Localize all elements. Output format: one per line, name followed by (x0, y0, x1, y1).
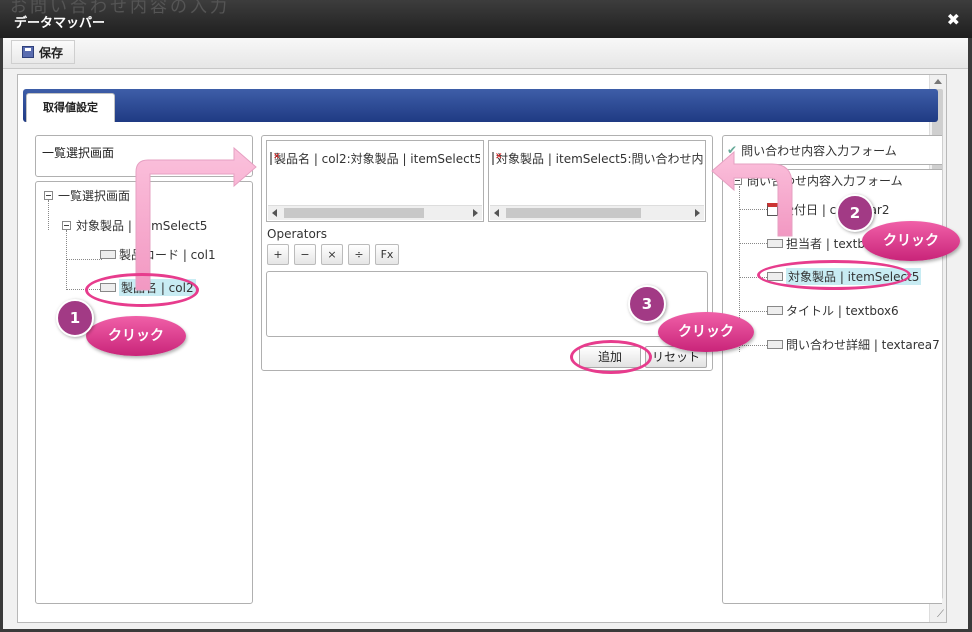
broken-image-icon (492, 152, 503, 165)
field-icon (767, 305, 783, 315)
collapse-icon[interactable] (733, 175, 742, 185)
badge-step3: 3 (628, 285, 666, 323)
target-mapping-text: 対象製品 | itemSelect5:問い合わせ内容入力フォーム (496, 152, 704, 166)
source-mapping-text: 製品名 | col2:対象製品 | itemSelect5:一覧選択画面 (274, 152, 480, 166)
field-icon (767, 339, 783, 349)
tree-node-label: 一覧選択画面 (58, 188, 131, 203)
tree-node-label: 対象製品 | itemSelect5 (76, 218, 208, 233)
tree-node-inquiry-form[interactable]: 問い合わせ内容入力フォーム (733, 171, 903, 189)
highlight-ring-step2 (757, 260, 911, 290)
callout-step2: クリック (862, 221, 960, 261)
tree-leaf-product-code[interactable]: 製品コード | col1 (100, 245, 216, 263)
close-icon[interactable]: ✖ (947, 10, 960, 29)
save-button[interactable]: 保存 (11, 40, 75, 64)
left-panel-tree: 一覧選択画面 対象製品 | itemSelect5 製品コード | col1 製… (35, 181, 253, 604)
tab-bar: 取得値設定 (23, 89, 938, 122)
tree-node-target-product[interactable]: 対象製品 | itemSelect5 (62, 216, 207, 234)
callout-step1: クリック (86, 316, 186, 356)
dialog-title: データマッパー (14, 16, 106, 31)
scroll-thumb[interactable] (284, 208, 424, 218)
middle-panel: 製品名 | col2:対象製品 | itemSelect5:一覧選択画面 対象製… (261, 135, 713, 371)
tree-leaf-label: 問い合わせ詳細 | textarea7 (786, 337, 940, 352)
scroll-thumb[interactable] (506, 208, 641, 218)
toolbar: 保存 (3, 38, 968, 69)
scroll-up-arrow-icon[interactable] (934, 79, 942, 84)
tree-node-label: 問い合わせ内容入力フォーム (747, 173, 903, 188)
checkmark-icon: ✔ (727, 143, 738, 157)
calendar-icon (767, 202, 778, 216)
operator-multiply-button[interactable]: × (321, 244, 343, 265)
badge-step2: 2 (836, 194, 874, 232)
horizontal-scrollbar[interactable] (490, 205, 704, 220)
collapse-icon[interactable] (44, 190, 53, 200)
save-disk-icon (22, 46, 34, 58)
tree-leaf-label: タイトル | textbox6 (786, 303, 899, 318)
field-icon (100, 249, 116, 259)
operators-label: Operators (267, 227, 327, 241)
highlight-ring-step1 (85, 273, 199, 307)
operator-minus-button[interactable]: − (294, 244, 316, 265)
right-panel-title: ✔ 問い合わせ内容入力フォーム (727, 141, 897, 159)
tree-leaf-title[interactable]: タイトル | textbox6 (767, 301, 899, 319)
dialog-titlebar: お問い合わせ内容の入力 データマッパー ✖ (0, 0, 972, 38)
scroll-left-arrow-icon[interactable] (272, 209, 277, 217)
resize-grip-icon[interactable]: ⟋ (937, 609, 944, 620)
operator-plus-button[interactable]: + (267, 244, 289, 265)
broken-image-icon (270, 152, 281, 165)
callout-step3: クリック (658, 312, 754, 352)
right-panel-header: ✔ 問い合わせ内容入力フォーム (722, 135, 942, 165)
operator-function-button[interactable]: Fx (375, 244, 399, 265)
scroll-right-arrow-icon[interactable] (473, 209, 478, 217)
operator-divide-button[interactable]: ÷ (348, 244, 370, 265)
tree-leaf-label: 製品コード | col1 (119, 247, 216, 262)
save-button-label: 保存 (39, 45, 64, 60)
highlight-ring-step3 (570, 340, 652, 374)
source-mapping-box[interactable]: 製品名 | col2:対象製品 | itemSelect5:一覧選択画面 (266, 140, 484, 222)
collapse-icon[interactable] (62, 220, 71, 230)
left-panel-header: 一覧選択画面 (35, 135, 253, 177)
tab-value-settings[interactable]: 取得値設定 (26, 93, 115, 122)
scroll-left-arrow-icon[interactable] (494, 209, 499, 217)
field-icon (767, 238, 783, 248)
badge-step1: 1 (56, 299, 94, 337)
scroll-right-arrow-icon[interactable] (695, 209, 700, 217)
left-panel-title: 一覧選択画面 (42, 146, 115, 160)
right-panel-title-text: 問い合わせ内容入力フォーム (741, 143, 897, 158)
horizontal-scrollbar[interactable] (268, 205, 482, 220)
tree-leaf-inquiry-detail[interactable]: 問い合わせ詳細 | textarea7 (767, 335, 940, 353)
target-mapping-box[interactable]: 対象製品 | itemSelect5:問い合わせ内容入力フォーム (488, 140, 706, 222)
tree-node-list-screen[interactable]: 一覧選択画面 (44, 186, 130, 204)
